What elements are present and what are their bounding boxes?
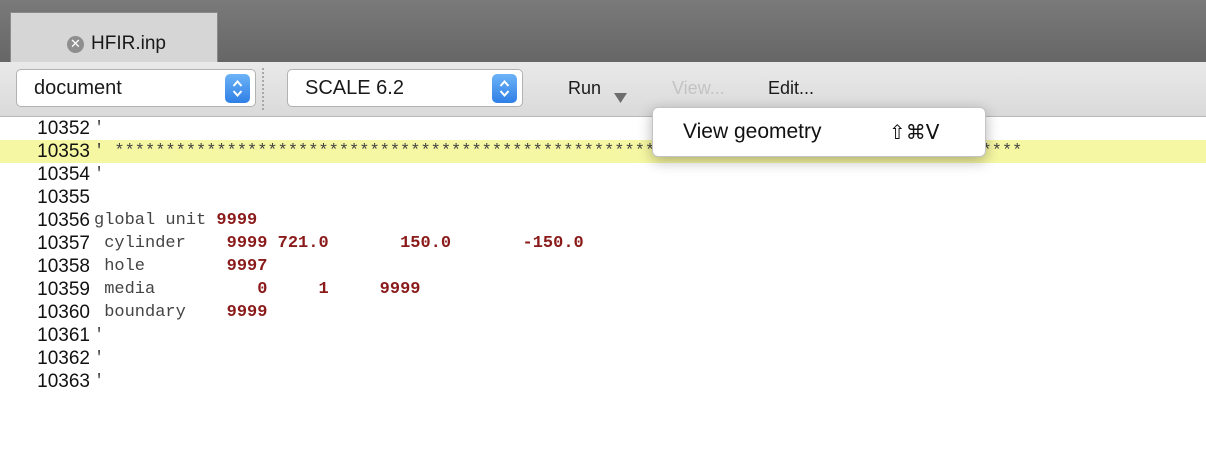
line-number: 10352 <box>37 118 90 139</box>
tab-bar: ✕ HFIR.inp <box>0 0 1206 63</box>
line-number: 10362 <box>37 348 90 369</box>
editor-line: 10362 ' <box>0 347 1206 370</box>
view-button[interactable]: View... <box>672 78 725 99</box>
line-text: ' <box>94 349 105 368</box>
line-text: hole 9997 <box>94 257 268 276</box>
document-type-value: document <box>34 77 122 99</box>
line-text: ' <box>94 372 105 391</box>
line-number: 10363 <box>37 371 90 392</box>
editor-line: 10358 hole 9997 <box>0 255 1206 278</box>
editor-line-highlighted: 10353 ' ********************************… <box>0 140 1206 163</box>
editor-line: 10354 ' <box>0 163 1206 186</box>
tab-title: HFIR.inp <box>91 33 166 54</box>
editor-line: 10352 ' <box>0 117 1206 140</box>
editor-line: 10359 media 0 1 9999 <box>0 278 1206 301</box>
line-text: boundary 9999 <box>94 303 268 322</box>
select-stepper-icon[interactable] <box>492 74 517 103</box>
line-number: 10361 <box>37 325 90 346</box>
tab-hfir-inp[interactable]: ✕ HFIR.inp <box>10 12 218 62</box>
editor-line: 10356 global unit 9999 <box>0 209 1206 232</box>
line-number: 10354 <box>37 164 90 185</box>
line-text: global unit 9999 <box>94 211 258 230</box>
toolbar-divider <box>262 68 264 110</box>
line-number: 10357 <box>37 233 90 254</box>
line-text: ' <box>94 326 105 345</box>
line-number: 10355 <box>37 187 90 208</box>
close-tab-icon[interactable]: ✕ <box>67 36 84 53</box>
line-text: ' <box>94 165 105 184</box>
document-type-select[interactable]: document <box>16 69 256 107</box>
editor-line: 10360 boundary 9999 <box>0 301 1206 324</box>
editor-line: 10355 <box>0 186 1206 209</box>
line-text: cylinder 9999 721.0 150.0 -150.0 <box>94 234 584 253</box>
select-stepper-icon[interactable] <box>225 74 250 103</box>
run-button[interactable]: Run <box>568 78 601 99</box>
editor-line: 10357 cylinder 9999 721.0 150.0 -150.0 <box>0 232 1206 255</box>
edit-button[interactable]: Edit... <box>768 78 814 99</box>
line-number: 10356 <box>37 210 90 231</box>
line-number: 10358 <box>37 256 90 277</box>
menu-item-view-geometry[interactable]: View geometry <box>683 120 822 144</box>
line-text: media 0 1 9999 <box>94 280 421 299</box>
line-text: ' <box>94 119 105 138</box>
menu-item-shortcut: ⇧⌘V <box>889 120 940 144</box>
line-number: 10353 <box>37 141 90 162</box>
toolbar: document SCALE 6.2 <box>0 62 1206 117</box>
scale-version-value: SCALE 6.2 <box>305 77 404 99</box>
code-editor[interactable]: 10352 ' 10353 ' ************************… <box>0 117 1206 450</box>
line-number: 10360 <box>37 302 90 323</box>
editor-line: 10361 ' <box>0 324 1206 347</box>
editor-line: 10363 ' <box>0 370 1206 393</box>
view-dropdown-menu: View geometry ⇧⌘V <box>652 107 986 157</box>
chevron-down-icon[interactable] <box>614 90 627 108</box>
line-number: 10359 <box>37 279 90 300</box>
scale-version-select[interactable]: SCALE 6.2 <box>287 69 523 107</box>
